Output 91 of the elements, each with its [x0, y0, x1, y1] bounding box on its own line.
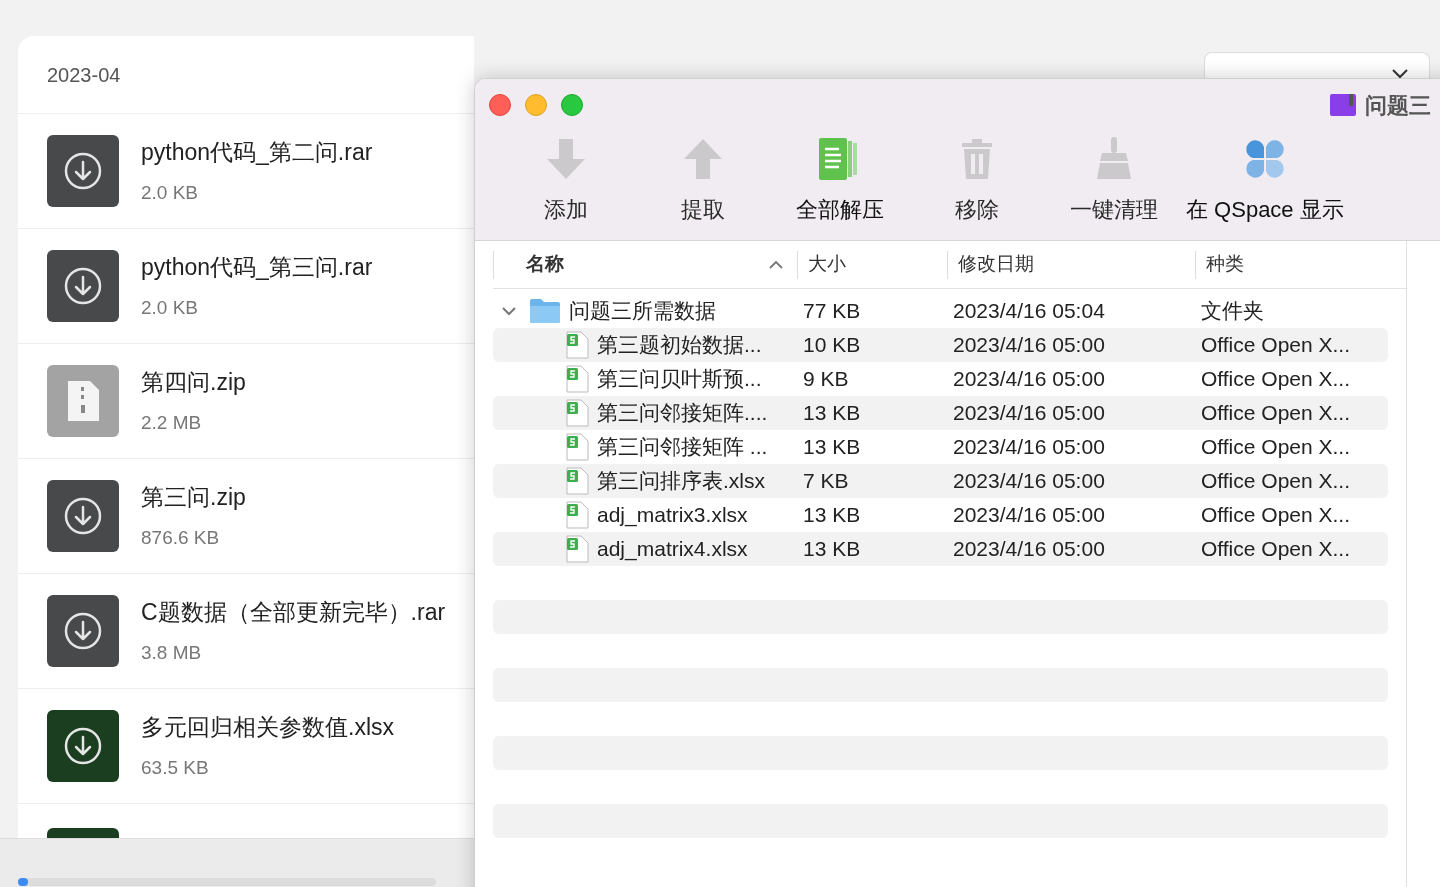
file-icon — [47, 250, 119, 322]
down-arrow-icon — [544, 137, 587, 181]
file-row[interactable]: 第三问贝叶斯预... 9 KB 2023/4/16 05:00 Office Open X... — [493, 362, 1388, 396]
file-type: Office Open X... — [1201, 502, 1351, 529]
file-name: adj_matrix4.xlsx — [597, 536, 748, 563]
toolbar-button[interactable]: 在 QSpace 显示 — [1182, 135, 1348, 226]
column-header[interactable]: 修改日期 — [947, 250, 1195, 279]
column-header[interactable]: 大小 — [797, 250, 947, 279]
minimize-button[interactable] — [525, 94, 547, 116]
file-size: 10 KB — [803, 332, 862, 359]
file-type: Office Open X... — [1201, 468, 1351, 495]
file-icon — [47, 595, 119, 667]
archive-icon — [1329, 93, 1357, 117]
download-item[interactable]: 多元回归相关参数值.xlsx 63.5 KB — [18, 689, 474, 804]
download-item[interactable]: 第三问.zip 876.6 KB — [18, 459, 474, 574]
spreadsheet-file-icon — [565, 433, 589, 461]
spreadsheet-file-icon — [565, 399, 589, 427]
modified-date: 2023/4/16 05:00 — [953, 502, 1106, 529]
file-type: Office Open X... — [1201, 400, 1351, 427]
spreadsheet-file-icon — [565, 331, 589, 359]
file-row[interactable]: 第三问邻接矩阵 ... 13 KB 2023/4/16 05:00 Office Open X... — [493, 430, 1388, 464]
close-button[interactable] — [489, 94, 511, 116]
file-size: 876.6 KB — [141, 526, 221, 550]
chevron-down-icon — [1392, 69, 1408, 79]
file-name: 第三问.zip — [141, 482, 246, 512]
month-heading: 2023-04 — [47, 62, 121, 88]
sort-ascending-icon — [769, 260, 783, 269]
file-type: Office Open X... — [1201, 536, 1351, 563]
download-item[interactable]: python代码_第三问.rar 2.0 KB — [18, 229, 474, 344]
file-size: 2.0 KB — [141, 181, 200, 205]
file-size: 63.5 KB — [141, 756, 210, 780]
file-size: 2.0 KB — [141, 296, 200, 320]
file-name: C题数据（全部更新完毕）.rar — [141, 597, 446, 627]
chevron-down-icon[interactable] — [501, 305, 517, 317]
file-size: 13 KB — [803, 536, 862, 563]
file-name: 第三问排序表.xlsx — [597, 468, 765, 495]
window-title: 问题三 — [1365, 91, 1431, 120]
file-type: 文件夹 — [1201, 298, 1264, 325]
file-row[interactable]: 第三问邻接矩阵.... 13 KB 2023/4/16 05:00 Office Open X... — [493, 396, 1388, 430]
file-size: 13 KB — [803, 502, 862, 529]
modified-date: 2023/4/16 05:00 — [953, 434, 1106, 461]
download-item[interactable]: C题数据（全部更新完毕）.rar 3.8 MB — [18, 574, 474, 689]
sort-dropdown[interactable] — [1204, 52, 1430, 78]
modified-date: 2023/4/16 05:00 — [953, 468, 1106, 495]
file-row[interactable]: 问题三所需数据 77 KB 2023/4/16 05:04 文件夹 — [493, 294, 1388, 328]
spreadsheet-file-icon — [565, 365, 589, 393]
file-size: 9 KB — [803, 366, 850, 393]
file-icon — [47, 710, 119, 782]
file-name: 问题三所需数据 — [569, 298, 716, 325]
file-name: python代码_第二问.rar — [141, 137, 373, 167]
file-name: 第三问邻接矩阵 ... — [597, 434, 768, 461]
modified-date: 2023/4/16 05:00 — [953, 536, 1106, 563]
spreadsheet-file-icon — [565, 467, 589, 495]
file-type: Office Open X... — [1201, 332, 1351, 359]
modified-date: 2023/4/16 05:04 — [953, 298, 1106, 325]
spreadsheet-file-icon — [565, 535, 589, 563]
file-name: 多元回归相关参数值.xlsx — [141, 712, 394, 742]
file-icon — [47, 365, 119, 437]
modified-date: 2023/4/16 05:00 — [953, 332, 1106, 359]
file-size: 2.2 MB — [141, 411, 203, 435]
zoom-button[interactable] — [561, 94, 583, 116]
column-header[interactable]: 名称 — [493, 250, 797, 279]
file-size: 13 KB — [803, 400, 862, 427]
file-icon — [47, 480, 119, 552]
file-size: 13 KB — [803, 434, 862, 461]
file-size: 7 KB — [803, 468, 850, 495]
file-type: Office Open X... — [1201, 434, 1351, 461]
up-arrow-icon — [681, 137, 724, 181]
file-icon — [47, 135, 119, 207]
file-name: 第三问贝叶斯预... — [597, 366, 762, 393]
file-row[interactable]: 第三题初始数据... 10 KB 2023/4/16 05:00 Office Open X... — [493, 328, 1388, 362]
toolbar-button[interactable]: 全部解压 — [771, 135, 908, 226]
file-size: 77 KB — [803, 298, 862, 325]
modified-date: 2023/4/16 05:00 — [953, 400, 1106, 427]
file-row[interactable]: adj_matrix3.xlsx 13 KB 2023/4/16 05:00 Office Open X... — [493, 498, 1388, 532]
modified-date: 2023/4/16 05:00 — [953, 366, 1106, 393]
file-row[interactable]: 第三问排序表.xlsx 7 KB 2023/4/16 05:00 Office Open X... — [493, 464, 1388, 498]
download-item[interactable]: python代码_第二问.rar 2.0 KB — [18, 114, 474, 229]
file-name: 第四问.zip — [141, 367, 246, 397]
download-item[interactable]: 第四问.zip 2.2 MB — [18, 344, 474, 459]
file-name: python代码_第三问.rar — [141, 252, 373, 282]
trash-icon — [959, 137, 994, 181]
file-name: 第三问邻接矩阵.... — [597, 400, 768, 427]
file-row[interactable]: adj_matrix4.xlsx 13 KB 2023/4/16 05:00 Office Open X... — [493, 532, 1388, 566]
column-header[interactable]: 种类 — [1195, 250, 1395, 279]
folder-icon — [529, 298, 561, 324]
file-name: adj_matrix3.xlsx — [597, 502, 748, 529]
spreadsheet-file-icon — [565, 501, 589, 529]
file-name: 第三题初始数据... — [597, 332, 762, 359]
file-size: 3.8 MB — [141, 641, 203, 665]
file-type: Office Open X... — [1201, 366, 1351, 393]
